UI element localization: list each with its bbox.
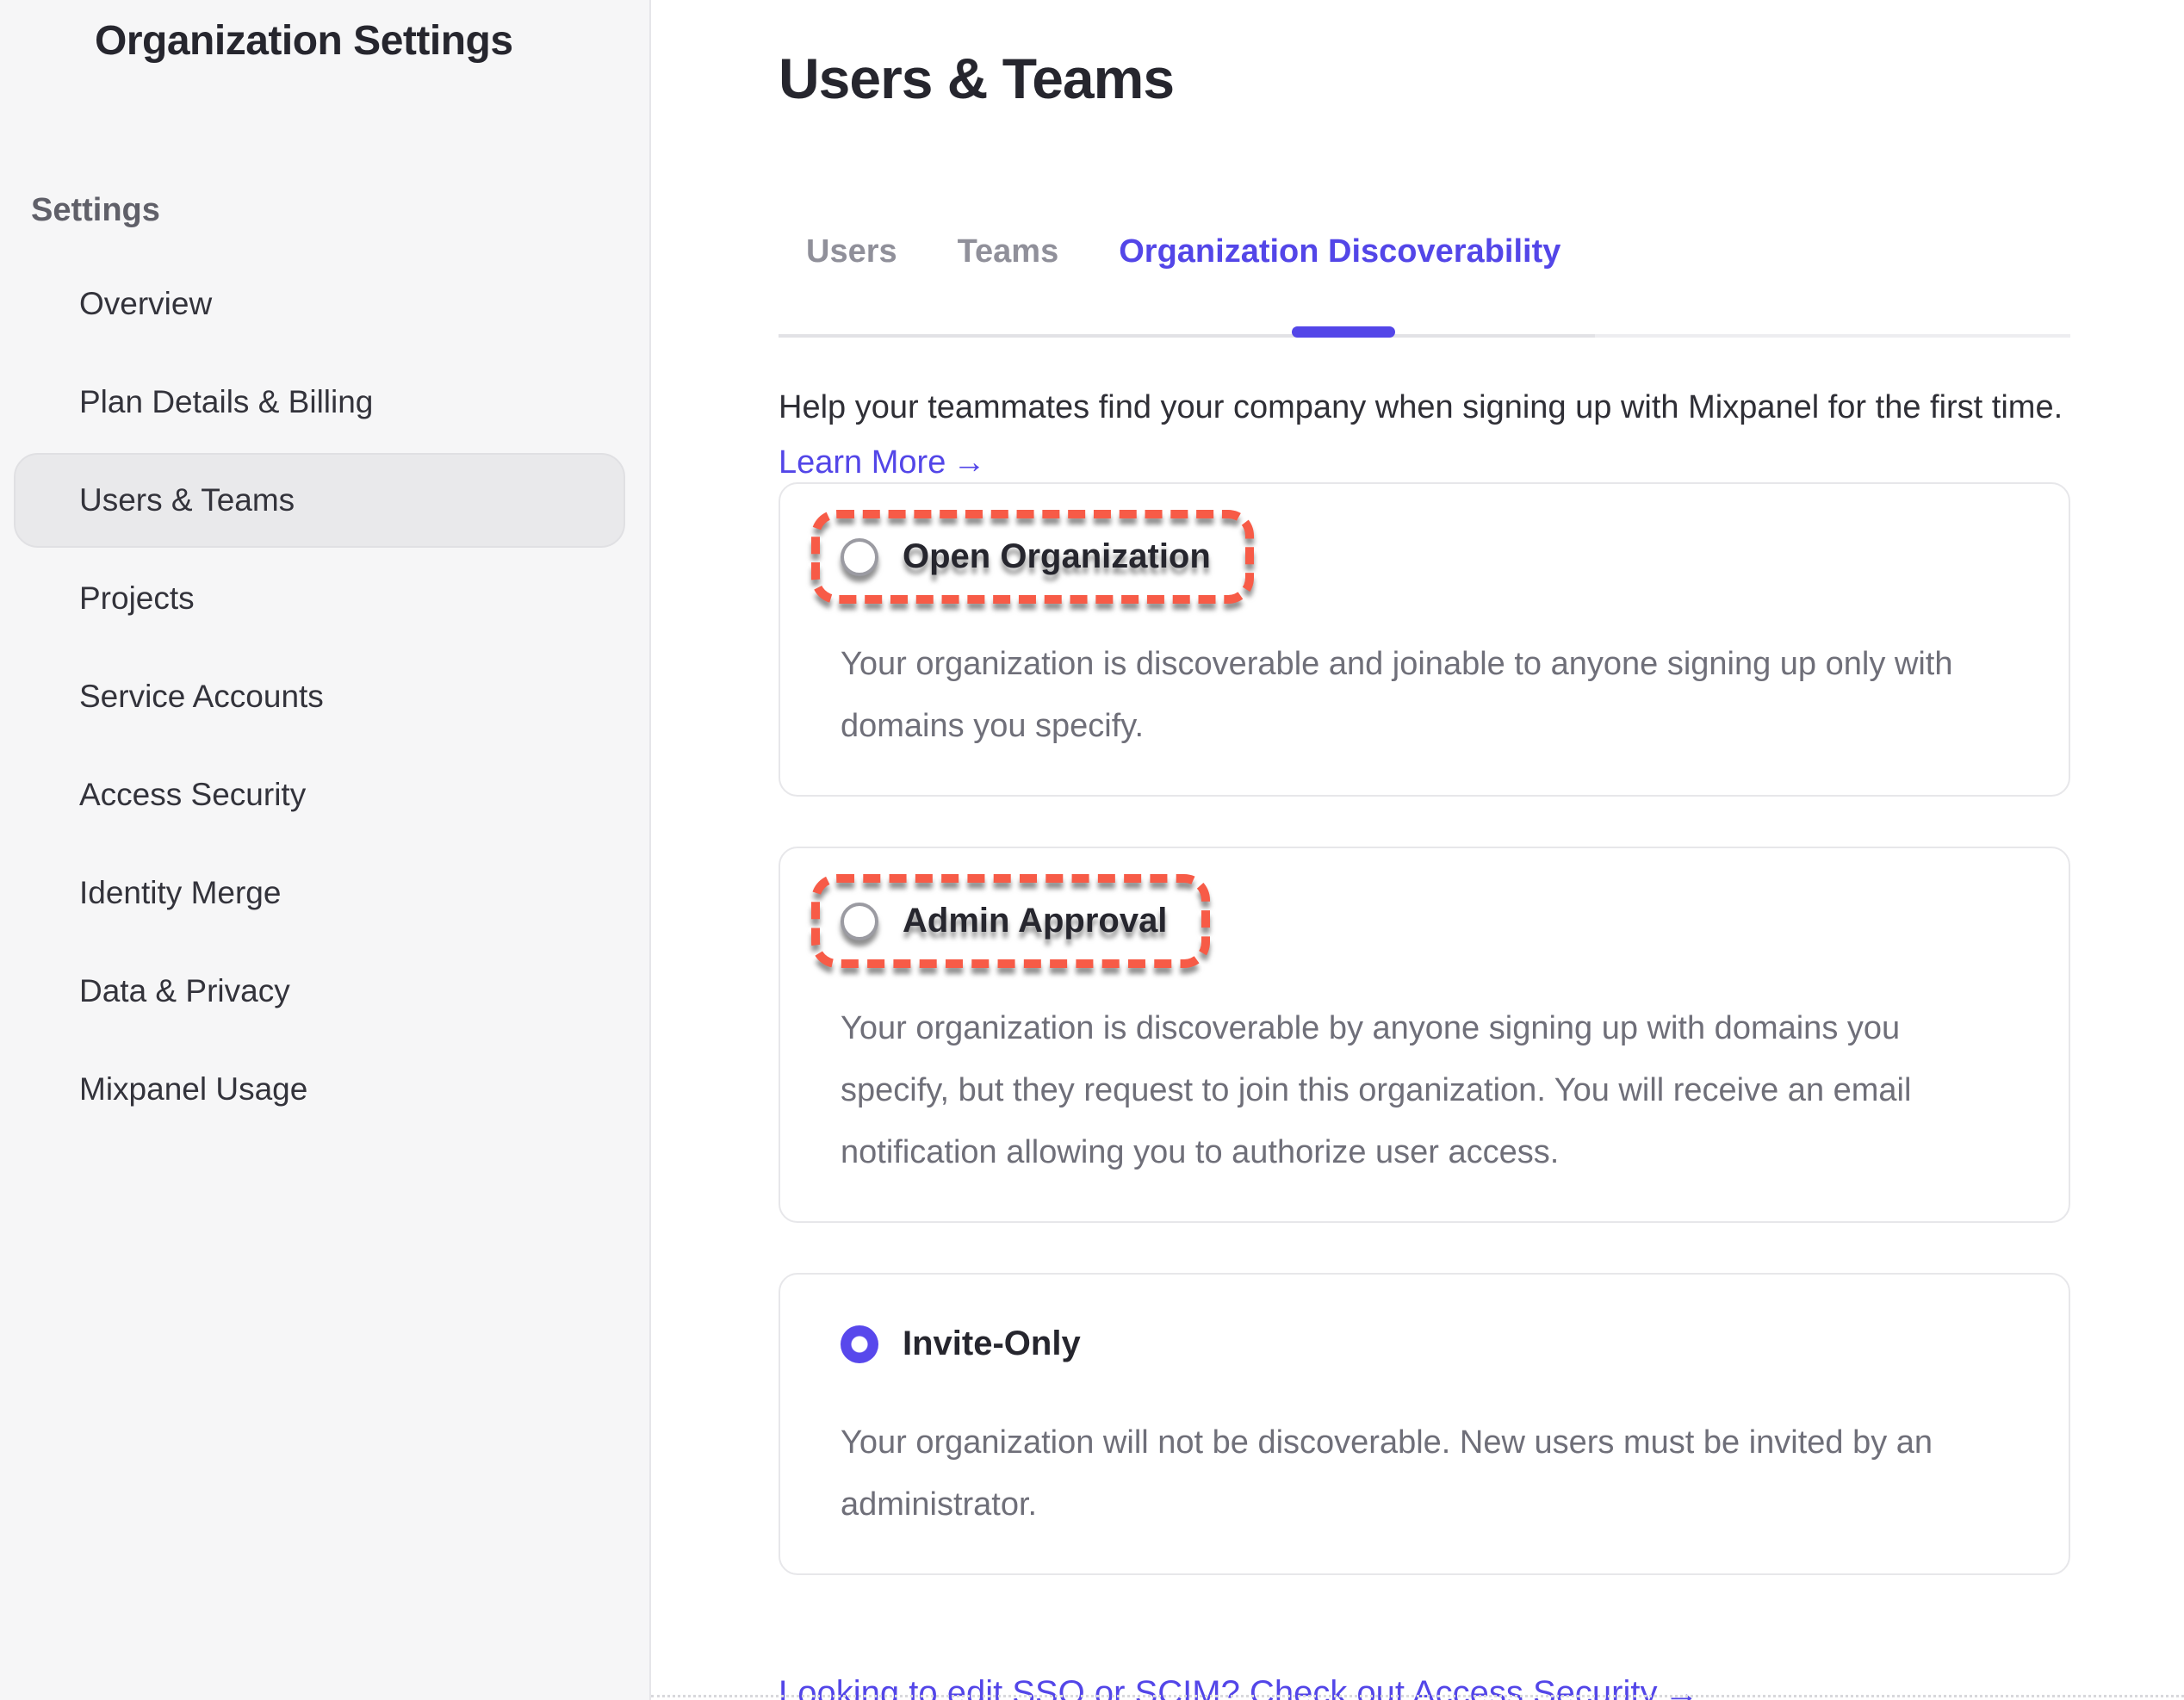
tab-bar: Users Teams Organization Discoverability (779, 233, 2184, 270)
sidebar-item-identity-merge[interactable]: Identity Merge (0, 844, 649, 942)
sidebar-item-plan-details-billing[interactable]: Plan Details & Billing (0, 353, 649, 451)
sidebar-title: Organization Settings (0, 17, 649, 65)
organization-settings-page: Organization Settings Settings Overview … (0, 0, 2184, 1700)
description-line: administrator. (841, 1474, 2008, 1536)
sidebar-item-label: Projects (79, 580, 195, 617)
sidebar-nav: Overview Plan Details & Billing Users & … (0, 255, 649, 1139)
option-card-open-organization: Open Organization Your organization is d… (779, 482, 2070, 797)
tab-teams[interactable]: Teams (958, 233, 1059, 270)
sidebar-item-users-teams[interactable]: Users & Teams (14, 453, 625, 548)
tab-divider-dark-segment (779, 334, 1595, 338)
bottom-dotted-divider (651, 1695, 2184, 1697)
option-card-admin-approval: Admin Approval Your organization is disc… (779, 847, 2070, 1223)
sidebar-item-label: Overview (79, 286, 212, 322)
learn-more-label: Learn More (779, 444, 946, 481)
sidebar-item-label: Users & Teams (79, 482, 295, 518)
radio-admin-approval[interactable] (841, 903, 878, 940)
option-description: Your organization will not be discoverab… (841, 1411, 2008, 1536)
option-label-invite-only: Invite-Only (903, 1325, 1081, 1363)
discoverability-intro-text: Help your teammates find your company wh… (779, 388, 2184, 427)
sidebar-item-overview[interactable]: Overview (0, 255, 649, 353)
main-content: Users & Teams Users Teams Organization D… (651, 0, 2184, 1700)
sidebar-item-label: Service Accounts (79, 679, 324, 715)
sidebar-item-access-security[interactable]: Access Security (0, 746, 649, 844)
radio-open-organization[interactable] (841, 538, 878, 576)
sidebar-item-label: Plan Details & Billing (79, 384, 373, 420)
option-description: Your organization is discoverable by any… (841, 997, 2008, 1183)
sidebar-item-service-accounts[interactable]: Service Accounts (0, 648, 649, 746)
option-label-open-organization: Open Organization (903, 537, 1211, 576)
sidebar-item-label: Access Security (79, 777, 306, 813)
sidebar-item-mixpanel-usage[interactable]: Mixpanel Usage (0, 1040, 649, 1139)
description-line: Your organization will not be discoverab… (841, 1411, 2008, 1474)
description-line: Your organization is discoverable by any… (841, 997, 2008, 1059)
sidebar-item-label: Mixpanel Usage (79, 1071, 307, 1107)
description-line: Your organization is discoverable and jo… (841, 633, 2008, 695)
description-line: domains you specify. (841, 695, 2008, 757)
tab-divider (779, 334, 2070, 338)
tab-users[interactable]: Users (806, 233, 897, 270)
description-line: specify, but they request to join this o… (841, 1059, 2008, 1121)
sidebar-item-label: Data & Privacy (79, 973, 290, 1009)
option-card-invite-only: Invite-Only Your organization will not b… (779, 1273, 2070, 1575)
sidebar-item-label: Identity Merge (79, 875, 281, 911)
active-tab-indicator (1292, 326, 1395, 338)
option-label-admin-approval: Admin Approval (903, 902, 1167, 940)
option-description: Your organization is discoverable and jo… (841, 633, 2008, 757)
arrow-right-icon: → (952, 444, 985, 481)
annotation-highlight-open-organization: Open Organization (811, 510, 1254, 604)
page-title: Users & Teams (779, 45, 2184, 112)
sidebar-section-label: Settings (31, 192, 649, 229)
radio-invite-only[interactable] (841, 1325, 878, 1363)
annotation-highlight-admin-approval: Admin Approval (811, 874, 1210, 968)
sidebar: Organization Settings Settings Overview … (0, 0, 651, 1700)
learn-more-link[interactable]: Learn More→ (779, 443, 985, 482)
description-line: notification allowing you to authorize u… (841, 1121, 2008, 1183)
sidebar-item-data-privacy[interactable]: Data & Privacy (0, 942, 649, 1040)
tab-organization-discoverability[interactable]: Organization Discoverability (1119, 233, 1560, 270)
sidebar-item-projects[interactable]: Projects (0, 549, 649, 648)
option-row-invite-only: Invite-Only (841, 1325, 1081, 1363)
